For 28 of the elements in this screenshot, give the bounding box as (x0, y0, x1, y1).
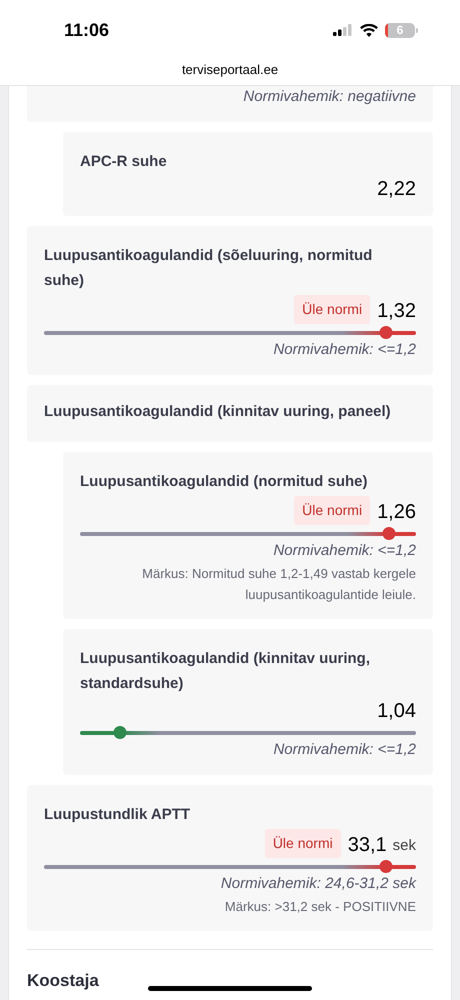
result-title: Luupusantikoagulandid (sõeluuring, normitud suhe) (44, 246, 374, 291)
result-title: Luupusantikoagulandid (kinnitav uuring, standardsuhe) (80, 649, 371, 694)
reference-range: Normivahemik: <=1,2 (272, 541, 416, 561)
reference-range: Normivahemik: negatiivne (242, 87, 416, 107)
battery-icon: 6 (385, 22, 418, 38)
result-title: APC-R suhe (80, 152, 168, 172)
result-value: 33,1 (348, 833, 387, 858)
reference-range: Normivahemik: 24,6-31,2 sek (220, 874, 416, 894)
reference-range: Normivahemik: <=1,2 (272, 340, 416, 360)
result-value: 2,22 (377, 177, 416, 202)
wifi-icon (360, 24, 378, 36)
status-badge: Üle normi (264, 829, 341, 858)
result-title: Luupusantikoagulandid (normitud suhe) (80, 472, 368, 492)
status-badge: Üle normi (294, 295, 370, 324)
result-value: 1,32 (377, 299, 416, 324)
group-title: Luupusantikoagulandid (kinnitav uuring, paneel) (44, 402, 392, 422)
unit-label: sek (392, 836, 416, 856)
reference-range: Normivahemik: <=1,2 (272, 740, 416, 760)
section-heading: Koostaja (27, 970, 99, 992)
signal-icon (333, 24, 353, 36)
status-badge: Üle normi (294, 496, 370, 525)
note-text: Märkus: Normitud suhe 1,2-1,49 vastab kergele luupusantikoagulantide leiule. (141, 565, 416, 604)
address-text[interactable]: terviseportaal.ee (182, 60, 278, 80)
result-value: 1,04 (377, 699, 416, 724)
result-value: 1,26 (377, 500, 416, 525)
clock-time: 11:06 (64, 18, 110, 42)
result-title: Luupustundlik APTT (44, 805, 192, 825)
note-text: Märkus: >31,2 sek - POSITIIVNE (224, 898, 416, 916)
